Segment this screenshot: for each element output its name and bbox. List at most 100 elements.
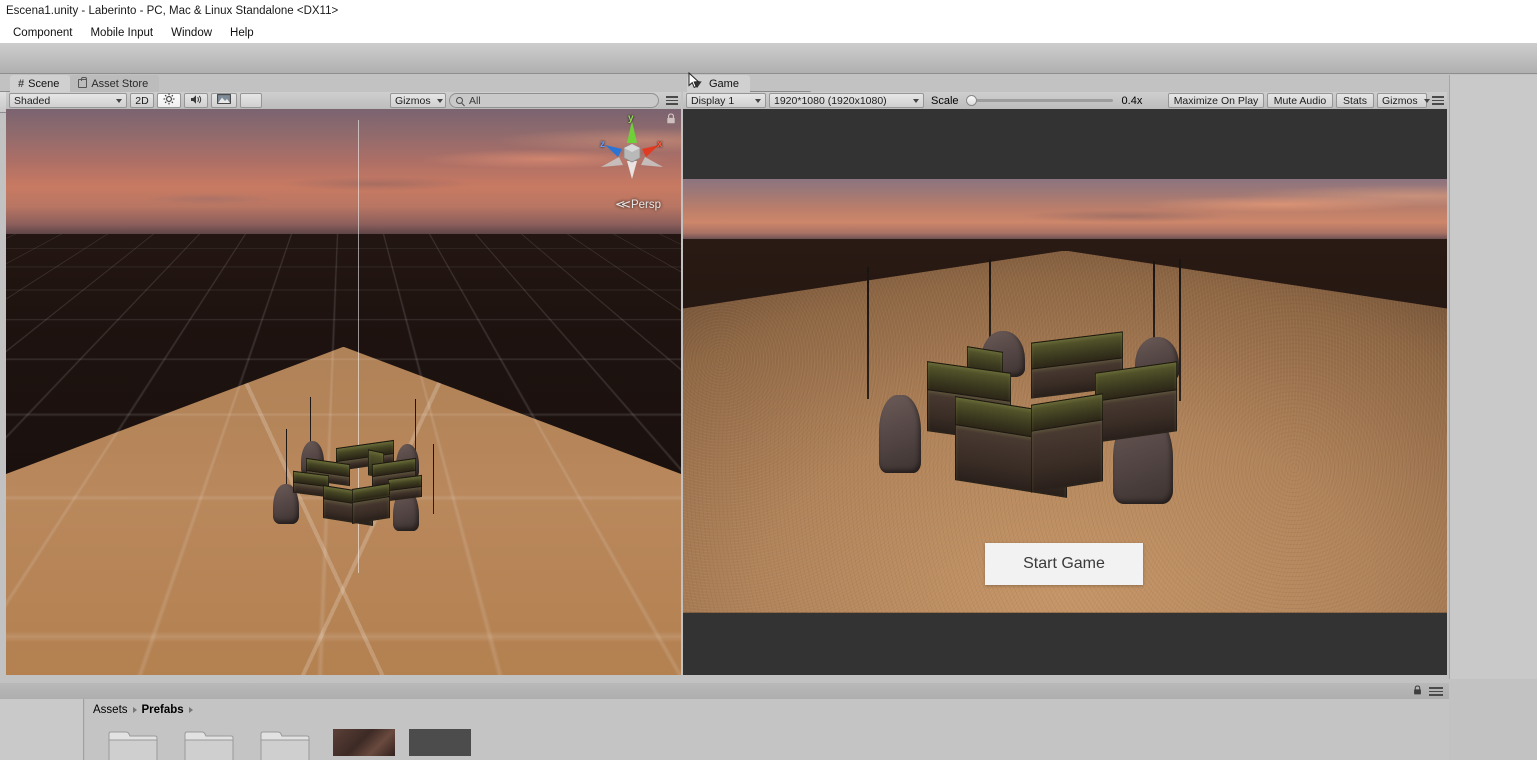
- game-mute-label: Mute Audio: [1273, 94, 1327, 107]
- list-item[interactable]: [333, 729, 395, 756]
- chevron-down-icon: [436, 98, 443, 103]
- scene-gizmos-dropdown[interactable]: Gizmos: [390, 93, 446, 108]
- title-bar: Escena1.unity - Laberinto - PC, Mac & Li…: [0, 0, 1537, 22]
- hash-icon: #: [18, 77, 25, 90]
- store-icon: [78, 76, 88, 88]
- game-display-dropdown[interactable]: Display 1: [686, 93, 766, 108]
- scene-draw-mode-label: Shaded: [14, 94, 51, 107]
- game-scale-slider-handle[interactable]: [965, 95, 977, 106]
- scene-projection-label: ≪Persp: [615, 199, 661, 211]
- breadcrumb-item-assets[interactable]: Assets: [93, 704, 128, 716]
- menu-item-help[interactable]: Help: [221, 25, 263, 41]
- project-lock-icon[interactable]: [1413, 685, 1421, 695]
- scene-lighting-toggle[interactable]: [157, 93, 181, 108]
- game-sky-clouds: [683, 179, 1447, 240]
- game-pole: [867, 267, 869, 399]
- scene-fx-toggle[interactable]: [211, 93, 237, 108]
- tab-asset-store-label: Asset Store: [91, 77, 149, 90]
- chevron-down-icon: [116, 98, 122, 103]
- gizmo-axis-y-label: y: [628, 113, 634, 124]
- game-toolbar: Display 1 1920*1080 (1920x1080) Scale 0.…: [683, 92, 1447, 109]
- inspector-body: [1450, 92, 1537, 679]
- list-item[interactable]: [409, 729, 471, 756]
- scene-fx-dropdown[interactable]: [240, 93, 262, 108]
- project-content-area[interactable]: Assets Prefabs: [85, 699, 1449, 760]
- scene-panel: Shaded 2D Gizmos All y x z ≪Persp: [6, 92, 681, 675]
- game-gizmos-label: Gizmos: [1382, 94, 1418, 107]
- game-stats-toggle[interactable]: Stats: [1336, 93, 1374, 108]
- main-toolbar: Center Local Collab: [0, 43, 1537, 113]
- breadcrumb-item-prefabs[interactable]: Prefabs: [142, 704, 184, 716]
- game-viewport[interactable]: Start Game: [683, 109, 1447, 675]
- game-letterbox-top: [683, 109, 1447, 180]
- list-item[interactable]: [258, 726, 312, 760]
- scene-tabstrip: # Scene Asset Store: [10, 75, 160, 92]
- inspector-panel: [1449, 75, 1537, 679]
- project-panel-menu[interactable]: [1429, 687, 1443, 696]
- project-panel: Assets Prefabs: [0, 683, 1449, 760]
- game-resolution-label: 1920*1080 (1920x1080): [774, 94, 887, 107]
- game-pole: [1179, 259, 1181, 401]
- game-gizmos-dropdown[interactable]: Gizmos: [1377, 93, 1430, 108]
- scene-2d-label: 2D: [135, 94, 149, 107]
- game-pole: [989, 259, 991, 347]
- list-item[interactable]: [182, 726, 236, 760]
- project-tree-sidebar[interactable]: [0, 699, 84, 760]
- search-icon: [456, 97, 463, 104]
- sun-icon: [163, 93, 175, 108]
- chevron-down-icon: [913, 98, 919, 103]
- gizmo-axis-x-label: x: [657, 139, 663, 150]
- breadcrumb: Assets Prefabs: [93, 704, 193, 716]
- scene-sky-clouds: [6, 109, 681, 234]
- scene-2d-toggle[interactable]: 2D: [130, 93, 154, 108]
- chevron-down-icon: [755, 98, 761, 103]
- game-panel: Display 1 1920*1080 (1920x1080) Scale 0.…: [683, 92, 1447, 675]
- tab-game-label: Game: [709, 77, 739, 90]
- game-maximize-label: Maximize On Play: [1173, 94, 1259, 107]
- start-game-button[interactable]: Start Game: [985, 543, 1143, 585]
- scene-lock-icon[interactable]: [666, 113, 675, 124]
- scene-orientation-gizmo[interactable]: y x z: [597, 113, 667, 185]
- list-item[interactable]: [106, 726, 160, 760]
- gizmo-axis-z-label: z: [600, 139, 605, 150]
- game-wall-block: [1031, 419, 1103, 493]
- image-icon: [217, 94, 231, 107]
- start-game-label: Start Game: [1023, 555, 1105, 572]
- scene-pole: [433, 444, 435, 514]
- scene-panel-menu[interactable]: [666, 96, 678, 105]
- tab-asset-store[interactable]: Asset Store: [70, 75, 160, 92]
- game-maximize-on-play-toggle[interactable]: Maximize On Play: [1168, 93, 1264, 108]
- game-resolution-dropdown[interactable]: 1920*1080 (1920x1080): [769, 93, 924, 108]
- game-letterbox-bottom: [683, 612, 1447, 675]
- chevron-right-icon: [132, 707, 137, 713]
- game-scale-slider[interactable]: [965, 95, 1113, 106]
- tab-scene[interactable]: # Scene: [10, 75, 71, 92]
- scene-audio-toggle[interactable]: [184, 93, 208, 108]
- tab-scene-label: Scene: [28, 77, 60, 90]
- project-panel-topbar: [0, 683, 1449, 699]
- window-title: Escena1.unity - Laberinto - PC, Mac & Li…: [6, 5, 339, 17]
- menu-item-component[interactable]: Component: [4, 25, 81, 41]
- game-rock: [879, 395, 921, 473]
- menu-item-window[interactable]: Window: [162, 25, 221, 41]
- game-maze-cluster: [863, 259, 1193, 519]
- menu-item-mobile-input[interactable]: Mobile Input: [81, 25, 162, 41]
- scene-draw-mode-dropdown[interactable]: Shaded: [9, 93, 127, 108]
- scene-search-input[interactable]: All: [449, 93, 659, 108]
- game-panel-menu[interactable]: [1432, 96, 1444, 105]
- chevron-right-icon: [188, 707, 193, 713]
- speaker-icon: [190, 94, 203, 108]
- menu-bar: Component Mobile Input Window Help: [0, 22, 1537, 43]
- game-display-label: Display 1: [691, 94, 735, 107]
- scene-gizmos-label: Gizmos: [395, 94, 431, 107]
- scene-viewport[interactable]: y x z ≪Persp: [6, 109, 681, 675]
- game-pole: [1153, 261, 1155, 349]
- scene-wall-block: [352, 495, 390, 525]
- game-mute-audio-toggle[interactable]: Mute Audio: [1267, 93, 1333, 108]
- mouse-cursor: [688, 71, 700, 89]
- unity-editor-window: Escena1.unity - Laberinto - PC, Mac & Li…: [0, 0, 1537, 760]
- game-scale-label: Scale: [931, 94, 959, 107]
- game-scale-value: 0.4x: [1121, 94, 1143, 107]
- chevron-down-icon: [1423, 98, 1430, 103]
- scene-toolbar: Shaded 2D Gizmos All: [6, 92, 681, 109]
